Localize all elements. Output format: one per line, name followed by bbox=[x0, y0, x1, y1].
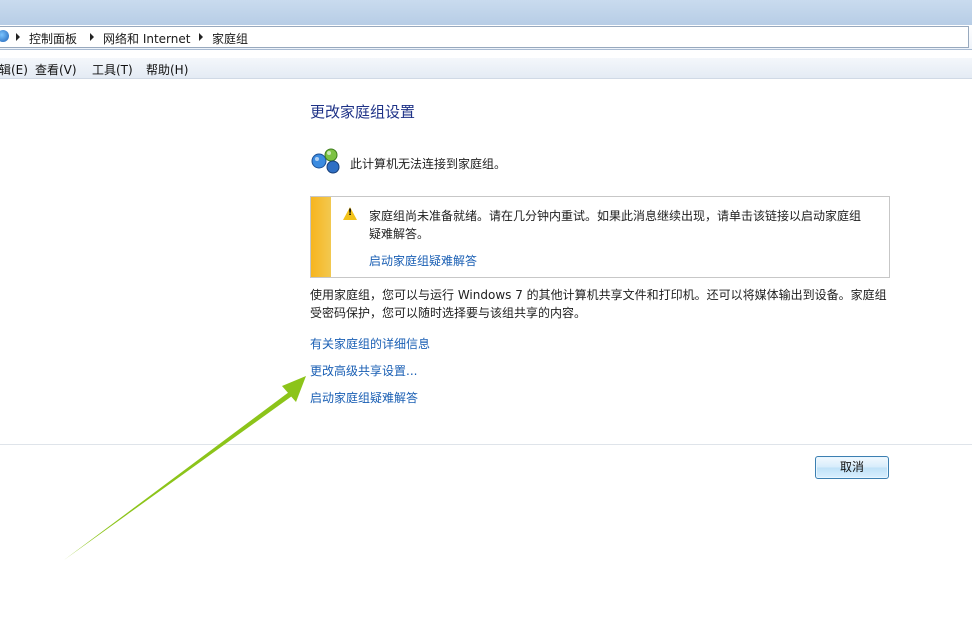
homegroup-description: 使用家庭组，您可以与运行 Windows 7 的其他计算机共享文件和打印机。还可… bbox=[310, 288, 887, 320]
main-content: 更改家庭组设置 此计算机无法连接到家庭组。 家庭组尚未准备就绪。请在几分钟内重试… bbox=[0, 79, 972, 444]
address-bar: 控制面板 网络和 Internet 家庭组 bbox=[0, 25, 972, 50]
warning-text: 家庭组尚未准备就绪。请在几分钟内重试。如果此消息继续出现，请单击该链接以启动家庭… bbox=[369, 209, 862, 241]
address-field[interactable]: 控制面板 网络和 Internet 家庭组 bbox=[0, 26, 969, 48]
warning-panel: 家庭组尚未准备就绪。请在几分钟内重试。如果此消息继续出现，请单击该链接以启动家庭… bbox=[310, 196, 890, 278]
menu-edit[interactable]: 辑(E) bbox=[0, 61, 28, 78]
homegroup-details-link[interactable]: 有关家庭组的详细信息 bbox=[310, 335, 430, 352]
menu-tools[interactable]: 工具(T) bbox=[92, 61, 133, 78]
breadcrumb-separator-icon[interactable] bbox=[90, 33, 94, 41]
homegroup-status-text: 此计算机无法连接到家庭组。 bbox=[350, 157, 507, 171]
homegroup-icon bbox=[311, 148, 340, 174]
homegroup-troubleshoot-link[interactable]: 启动家庭组疑难解答 bbox=[310, 389, 418, 406]
breadcrumb-network-internet[interactable]: 网络和 Internet bbox=[103, 30, 190, 47]
warning-icon bbox=[343, 207, 357, 220]
advanced-sharing-settings-link[interactable]: 更改高级共享设置... bbox=[310, 362, 417, 379]
window-title-bar bbox=[0, 0, 972, 25]
breadcrumb-separator-icon[interactable] bbox=[199, 33, 203, 41]
menu-bar: 辑(E) 查看(V) 工具(T) 帮助(H) bbox=[0, 58, 972, 79]
control-panel-icon bbox=[0, 30, 9, 42]
breadcrumb-homegroup[interactable]: 家庭组 bbox=[212, 30, 248, 47]
breadcrumb-control-panel[interactable]: 控制面板 bbox=[29, 30, 77, 47]
warning-strip bbox=[311, 197, 331, 277]
cancel-button[interactable]: 取消 bbox=[815, 456, 889, 479]
footer-bar: 取消 bbox=[0, 445, 972, 631]
menu-view[interactable]: 查看(V) bbox=[35, 61, 77, 78]
warning-troubleshoot-link[interactable]: 启动家庭组疑难解答 bbox=[369, 252, 477, 269]
breadcrumb-separator-icon[interactable] bbox=[16, 33, 20, 41]
page-title: 更改家庭组设置 bbox=[310, 103, 416, 121]
menu-help[interactable]: 帮助(H) bbox=[146, 61, 188, 78]
